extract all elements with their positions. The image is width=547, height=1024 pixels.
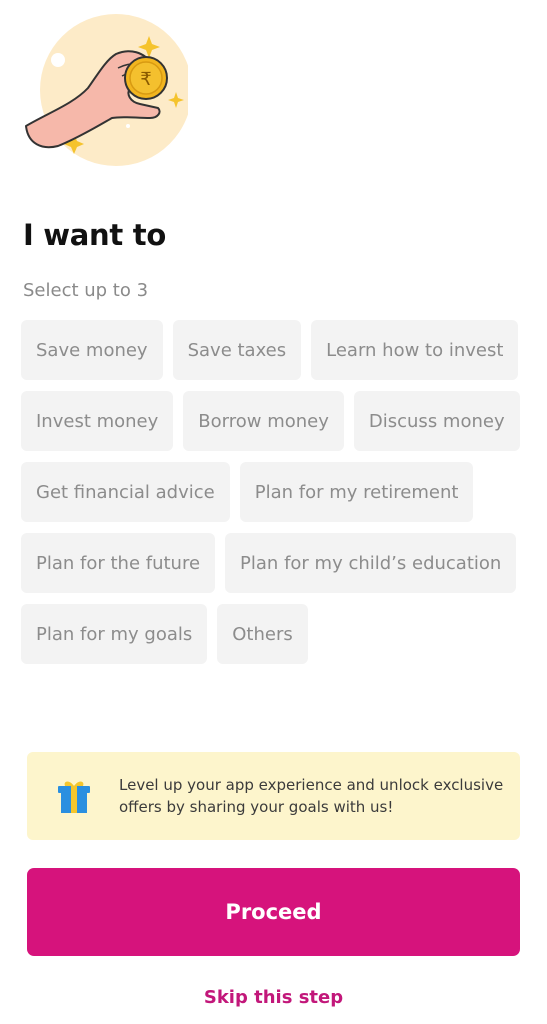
goal-chip-plan-retirement[interactable]: Plan for my retirement [239, 462, 474, 522]
goal-chip-learn-how-to-invest[interactable]: Learn how to invest [311, 320, 519, 380]
goal-chip-save-taxes[interactable]: Save taxes [172, 320, 302, 380]
goal-chip-discuss-money[interactable]: Discuss money [353, 391, 520, 451]
skip-step-link[interactable]: Skip this step [0, 987, 547, 1008]
gift-icon [58, 781, 90, 813]
hand-holding-coin-icon: ₹ [25, 14, 192, 166]
selection-hint: Select up to 3 [23, 280, 149, 301]
goal-chip-plan-child-education[interactable]: Plan for my child’s education [225, 533, 517, 593]
goal-options: Save money Save taxes Learn how to inves… [21, 320, 531, 664]
banner-text: Level up your app experience and unlock … [119, 776, 504, 816]
goal-chip-others[interactable]: Others [217, 604, 308, 664]
goal-chip-plan-goals[interactable]: Plan for my goals [21, 604, 208, 664]
hero-illustration: ₹ [18, 8, 192, 168]
goal-chip-plan-future[interactable]: Plan for the future [21, 533, 216, 593]
goal-chip-save-money[interactable]: Save money [21, 320, 163, 380]
goal-chip-borrow-money[interactable]: Borrow money [183, 391, 344, 451]
goal-chip-invest-money[interactable]: Invest money [21, 391, 174, 451]
offer-banner: Level up your app experience and unlock … [27, 752, 520, 840]
proceed-button[interactable]: Proceed [27, 868, 520, 956]
svg-text:₹: ₹ [140, 69, 151, 90]
goal-chip-get-financial-advice[interactable]: Get financial advice [21, 462, 230, 522]
page-title: I want to [23, 218, 166, 252]
